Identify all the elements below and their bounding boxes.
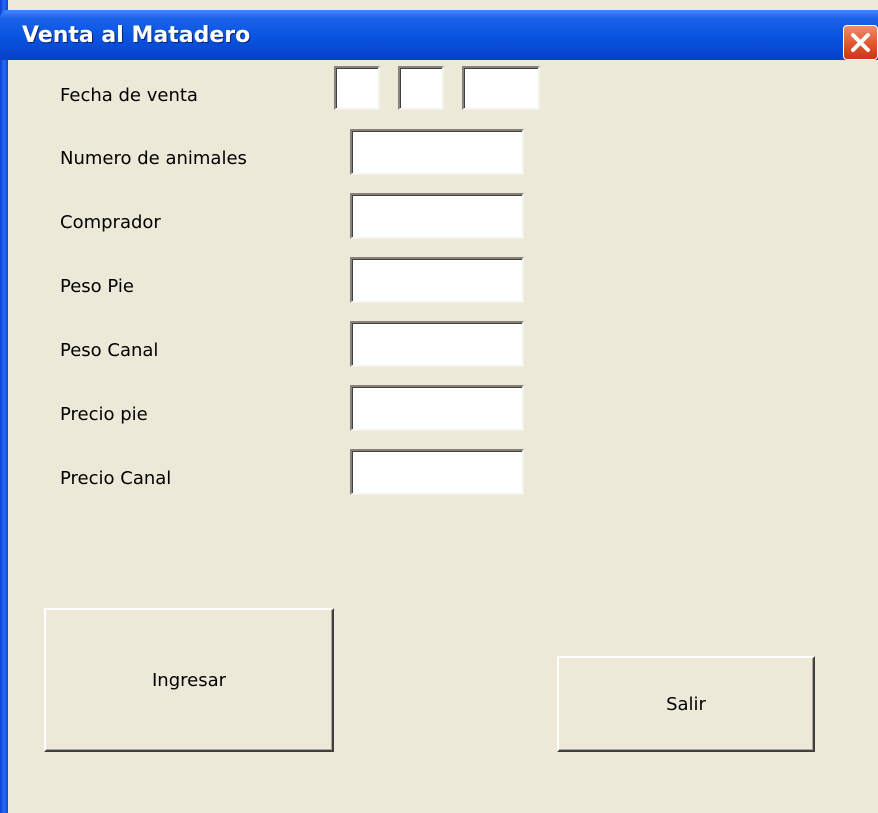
comprador-label: Comprador [60,212,161,233]
precio-canal-label: Precio Canal [60,468,172,489]
peso-pie-field[interactable] [350,257,524,303]
salir-button-label: Salir [666,693,706,715]
dialog-window: Venta al Matadero Fecha de venta Numero … [0,0,878,813]
precio-pie-field[interactable] [350,385,524,431]
fecha-venta-label: Fecha de venta [60,85,198,106]
salir-button[interactable]: Salir [557,656,815,752]
fecha-year-field[interactable] [462,66,540,110]
precio-canal-field[interactable] [350,449,524,495]
ingresar-button-label: Ingresar [151,669,227,691]
comprador-field[interactable] [350,193,524,239]
window-title: Venta al Matadero [22,23,251,48]
window-left-border [0,0,8,813]
peso-canal-field[interactable] [350,321,524,367]
fecha-month-field[interactable] [398,66,444,110]
fecha-day-field[interactable] [334,66,380,110]
peso-canal-label: Peso Canal [60,340,159,361]
title-bar[interactable]: Venta al Matadero [0,10,878,60]
peso-pie-label: Peso Pie [60,276,134,297]
numero-animales-label: Numero de animales [60,148,247,169]
precio-pie-label: Precio pie [60,404,148,425]
ingresar-button[interactable]: Ingresar [44,608,334,752]
numero-animales-field[interactable] [350,129,524,175]
close-icon [851,33,870,52]
close-button[interactable] [843,25,878,60]
